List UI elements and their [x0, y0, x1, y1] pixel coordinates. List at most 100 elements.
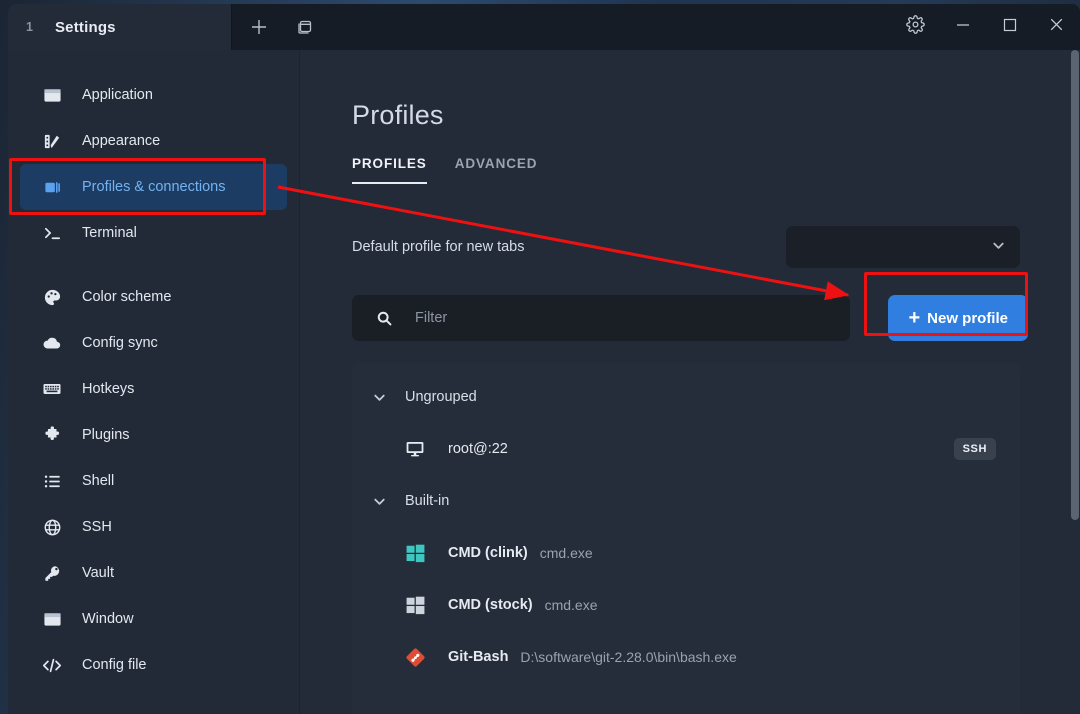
sidebar-item-label: Terminal	[82, 225, 137, 241]
sidebar-item-config-sync[interactable]: Config sync	[20, 320, 287, 366]
sidebar-item-label: Hotkeys	[82, 381, 135, 397]
sidebar-item-color-scheme[interactable]: Color scheme	[20, 274, 287, 320]
split-pane-button[interactable]	[282, 4, 328, 50]
default-profile-label: Default profile for new tabs	[352, 239, 525, 255]
page-title: Profiles	[352, 100, 444, 130]
group-header-built-in[interactable]: Built-in	[352, 475, 1020, 527]
sidebar-item-ssh[interactable]: SSH	[20, 504, 287, 550]
list-item[interactable]: CMD (stock) cmd.exe	[352, 579, 1020, 631]
windows-icon-grey	[404, 594, 426, 616]
title-bar: 1 Settings	[8, 4, 1080, 50]
sidebar-item-window[interactable]: Window	[20, 596, 287, 642]
minimize-button[interactable]	[939, 4, 986, 50]
profile-list: Ungrouped root@:22 SSH Built-in CMD (cli…	[352, 363, 1020, 714]
filter-row: + New profile	[300, 295, 1080, 341]
sidebar-item-label: Color scheme	[82, 289, 172, 305]
chevron-down-icon	[372, 494, 387, 509]
sidebar-item-label: SSH	[82, 519, 112, 535]
list-item[interactable]: CMD (clink) cmd.exe	[352, 527, 1020, 579]
plus-icon: +	[908, 307, 921, 329]
titlebar-drag-area	[328, 4, 892, 50]
palette-icon	[42, 287, 62, 307]
close-button[interactable]	[1033, 4, 1080, 50]
default-profile-row: Default profile for new tabs	[300, 226, 1080, 268]
profile-name: CMD (stock)	[448, 597, 533, 613]
new-profile-button[interactable]: + New profile	[888, 295, 1028, 341]
terminal-prompt-icon	[42, 223, 62, 243]
new-tab-button[interactable]	[236, 4, 282, 50]
sidebar-item-label: Appearance	[82, 133, 161, 149]
appearance-icon	[42, 131, 62, 151]
gear-icon	[906, 15, 925, 39]
puzzle-icon	[42, 425, 62, 445]
key-icon	[42, 563, 62, 583]
profile-command: cmd.exe	[544, 597, 598, 613]
cloud-icon	[42, 333, 62, 353]
globe-icon	[42, 517, 62, 537]
scrollbar-thumb[interactable]	[1071, 50, 1079, 520]
maximize-button[interactable]	[986, 4, 1033, 50]
search-input[interactable]	[415, 310, 827, 326]
list-item[interactable]: Git-Bash D:\software\git-2.28.0\bin\bash…	[352, 631, 1020, 683]
windows-icon-teal	[404, 542, 426, 564]
sidebar-item-terminal[interactable]: Terminal	[20, 210, 287, 256]
window-stack-icon	[296, 18, 314, 36]
sidebar-item-appearance[interactable]: Appearance	[20, 118, 287, 164]
sidebar-nav: Application Appearance Profiles & connec…	[8, 50, 300, 714]
sidebar-item-label: Application	[82, 87, 153, 103]
content-tabs: PROFILES ADVANCED	[300, 156, 1080, 184]
sidebar-item-plugins[interactable]: Plugins	[20, 412, 287, 458]
window-icon	[42, 609, 62, 629]
maximize-icon	[1002, 17, 1018, 38]
search-icon	[376, 310, 393, 327]
profile-command: D:\software\git-2.28.0\bin\bash.exe	[520, 649, 737, 665]
settings-gear-button[interactable]	[892, 4, 939, 50]
chevron-down-icon	[372, 390, 387, 405]
vertical-scrollbar[interactable]	[1070, 50, 1080, 714]
group-name: Built-in	[405, 493, 450, 509]
sidebar-item-shell[interactable]: Shell	[20, 458, 287, 504]
sidebar-divider-gap	[8, 256, 299, 274]
sidebar-item-profiles-connections[interactable]: Profiles & connections	[20, 164, 287, 210]
sidebar-item-hotkeys[interactable]: Hotkeys	[20, 366, 287, 412]
group-name: Ungrouped	[405, 389, 477, 405]
keyboard-icon	[42, 379, 62, 399]
tab-settings[interactable]: 1 Settings	[8, 4, 232, 50]
sidebar-item-label: Window	[82, 611, 134, 627]
git-icon	[404, 646, 426, 668]
close-icon	[1048, 16, 1065, 38]
status-badge: SSH	[953, 438, 996, 460]
profile-name: Git-Bash	[448, 649, 509, 665]
sidebar-item-label: Config sync	[82, 335, 158, 351]
application-icon	[42, 85, 62, 105]
main-content: Profiles PROFILES ADVANCED Default profi…	[300, 50, 1080, 714]
sidebar-item-label: Plugins	[82, 427, 130, 443]
app-window: 1 Settings Application Appearance Profil…	[8, 4, 1080, 714]
profile-name: CMD (clink)	[448, 545, 528, 561]
new-profile-button-label: New profile	[927, 309, 1008, 327]
sidebar-item-label: Config file	[82, 657, 147, 673]
filter-box[interactable]	[352, 295, 851, 341]
profile-name: root@:22	[448, 441, 508, 457]
tab-profiles[interactable]: PROFILES	[352, 156, 427, 184]
minimize-icon	[955, 17, 971, 38]
plus-icon	[250, 18, 268, 36]
sidebar-item-label: Shell	[82, 473, 115, 489]
sidebar-item-vault[interactable]: Vault	[20, 550, 287, 596]
list-icon	[42, 471, 62, 491]
chevron-down-icon	[991, 238, 1006, 256]
default-profile-select[interactable]	[786, 226, 1020, 268]
profile-command: cmd.exe	[539, 545, 593, 561]
group-header-ungrouped[interactable]: Ungrouped	[352, 371, 1020, 423]
tab-title-label: Settings	[54, 18, 116, 36]
list-item[interactable]: root@:22 SSH	[352, 423, 1020, 475]
profiles-icon	[42, 177, 62, 197]
sidebar-item-label: Profiles & connections	[82, 179, 226, 195]
sidebar-item-application[interactable]: Application	[20, 72, 287, 118]
sidebar-item-label: Vault	[82, 565, 114, 581]
monitor-icon	[404, 438, 426, 460]
tab-advanced[interactable]: ADVANCED	[455, 156, 538, 184]
sidebar-item-config-file[interactable]: Config file	[20, 642, 287, 688]
code-icon	[42, 655, 62, 675]
tab-index-label: 1	[26, 20, 33, 34]
